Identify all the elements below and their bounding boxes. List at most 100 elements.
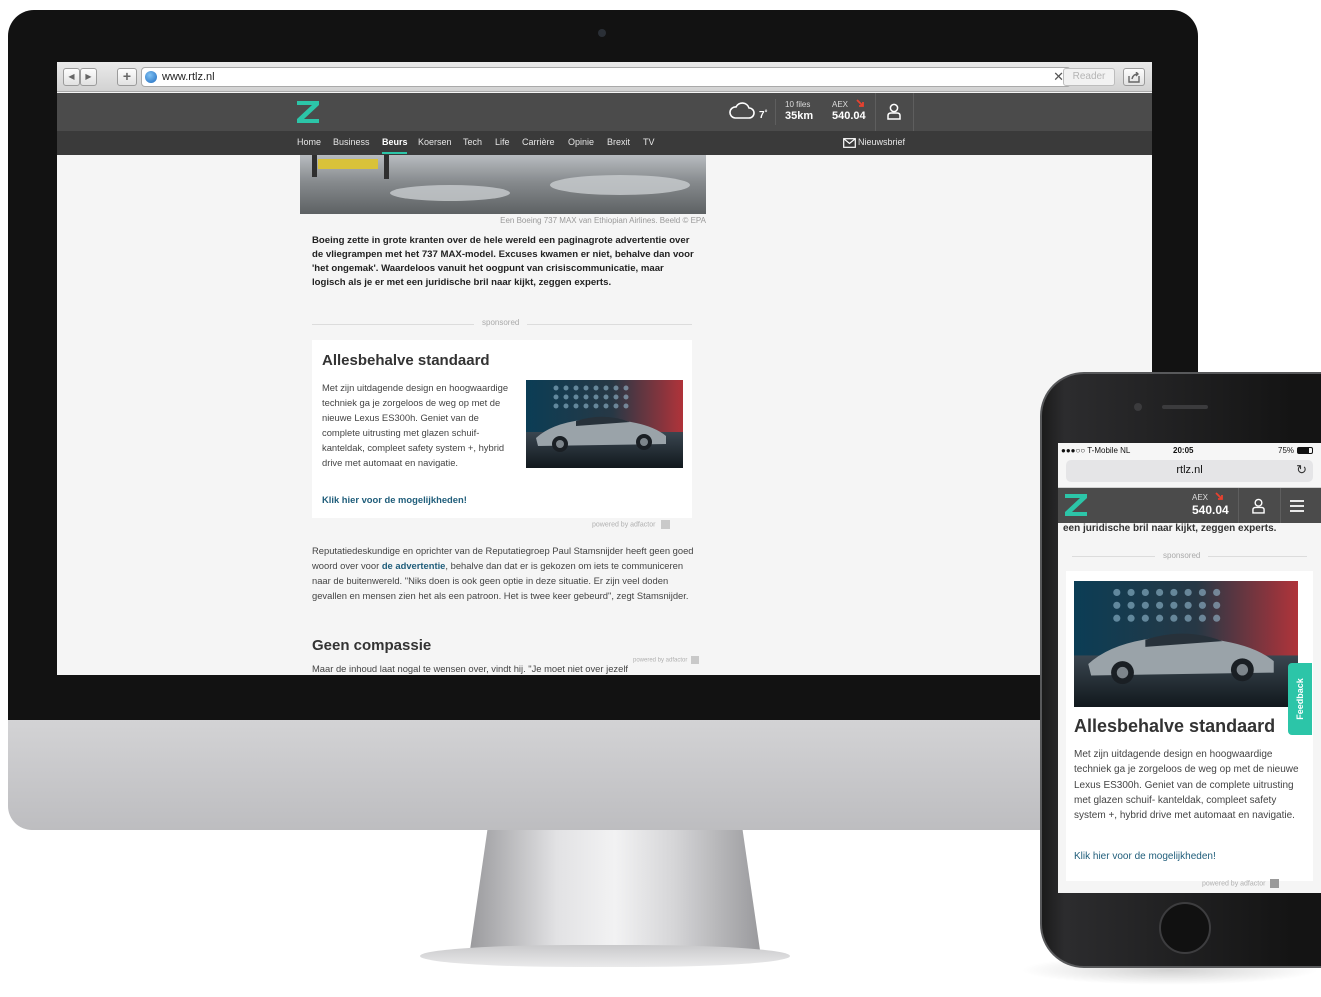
- phone-speaker: [1162, 405, 1208, 409]
- mobile-site-header: AEX 540.04: [1058, 488, 1321, 523]
- envelope-icon: [843, 138, 856, 148]
- ios-status-bar: ●●●○○ T-Mobile NL 20:05 75%: [1058, 443, 1321, 458]
- header-divider: [913, 93, 914, 131]
- hero-image: [300, 155, 706, 214]
- feedback-label: Feedback: [1295, 678, 1305, 720]
- hero-image-detail: [390, 185, 510, 201]
- nav-item-brexit[interactable]: Brexit: [607, 137, 630, 147]
- hamburger-menu-icon[interactable]: [1290, 500, 1304, 512]
- ad-cta-link[interactable]: Klik hier voor de mogelijkheden!: [1074, 851, 1216, 862]
- forward-button[interactable]: ▶: [80, 68, 97, 86]
- ad-car-image[interactable]: [1074, 581, 1298, 707]
- powered-by-adfactor[interactable]: powered by adfactor: [592, 520, 671, 529]
- browser-toolbar: ◀ ▶ + www.rtlz.nl ✕ Reader: [57, 62, 1152, 92]
- hero-image-detail: [312, 155, 317, 177]
- rtlz-logo-icon[interactable]: [297, 101, 319, 123]
- ad-body: Met zijn uitdagende design en hoogwaardi…: [1074, 749, 1299, 822]
- article-paragraph: Maar de inhoud laat nogal te wensen over…: [312, 663, 629, 674]
- sponsored-ad[interactable]: Allesbehalve standaard Met zijn uitdagen…: [1066, 571, 1313, 881]
- address-bar[interactable]: www.rtlz.nl ✕: [141, 67, 1071, 87]
- aex-label: AEX: [1192, 493, 1209, 502]
- user-icon[interactable]: [887, 103, 901, 120]
- globe-icon: [145, 71, 157, 83]
- ad-title: Allesbehalve standaard: [1074, 716, 1276, 736]
- cloud-icon: [729, 102, 755, 119]
- sponsored-label: sponsored: [1155, 551, 1209, 560]
- carrier-label: ●●●○○ T-Mobile NL: [1061, 446, 1131, 455]
- ad-car-image[interactable]: [526, 380, 683, 468]
- battery-percent: 75%: [1278, 446, 1295, 455]
- reload-icon[interactable]: ↻: [1296, 462, 1307, 478]
- ios-url-bar: rtlz.nl ↻: [1058, 458, 1321, 488]
- reader-button[interactable]: Reader: [1063, 68, 1115, 86]
- mobile-browser-window: ●●●○○ T-Mobile NL 20:05 75% rtlz.nl ↻ AE…: [1058, 443, 1321, 893]
- hero-image-detail: [550, 175, 690, 195]
- imac-camera: [598, 29, 606, 37]
- url-text: www.rtlz.nl: [162, 71, 215, 83]
- nav-item-tech[interactable]: Tech: [463, 137, 482, 147]
- new-tab-button[interactable]: +: [117, 68, 137, 86]
- header-divider: [875, 93, 876, 131]
- share-button[interactable]: [1123, 68, 1145, 86]
- hero-caption: Een Boeing 737 MAX van Ethiopian Airline…: [500, 216, 706, 225]
- advertentie-link[interactable]: de advertentie: [382, 560, 446, 571]
- nav-item-business[interactable]: Business: [333, 137, 370, 147]
- home-button[interactable]: [1159, 902, 1211, 954]
- nav-item-life[interactable]: Life: [495, 137, 510, 147]
- plus-icon: +: [122, 68, 132, 84]
- battery-icon: [1297, 447, 1313, 454]
- nav-item-home[interactable]: Home: [297, 137, 321, 147]
- active-nav-indicator: [382, 152, 407, 154]
- address-bar[interactable]: rtlz.nl ↻: [1066, 460, 1313, 482]
- nav-item-carriere[interactable]: Carrière: [522, 137, 555, 147]
- desktop-browser-window: ◀ ▶ + www.rtlz.nl ✕ Reader 7° 10 files 3…: [57, 62, 1152, 675]
- site-header: 7° 10 files 35km AEX 540.04: [57, 93, 1152, 131]
- sponsored-ad[interactable]: Allesbehalve standaard Met zijn uitdagen…: [312, 340, 692, 518]
- article: Een Boeing 737 MAX van Ethiopian Airline…: [300, 155, 720, 675]
- aex-value: 540.04: [832, 110, 866, 122]
- user-icon[interactable]: [1252, 498, 1265, 514]
- traffic-files-label: 10 files: [785, 100, 811, 109]
- header-divider: [775, 99, 776, 125]
- phone-camera: [1134, 403, 1142, 411]
- back-arrow-icon: ◀: [68, 72, 75, 81]
- hero-image-detail: [318, 159, 378, 169]
- nav-item-koersen[interactable]: Koersen: [418, 137, 452, 147]
- article-lead: Boeing zette in grote kranten over de he…: [312, 235, 694, 288]
- main-navigation: Home Business Beurs Koersen Tech Life Ca…: [57, 131, 1152, 155]
- trend-down-icon: [856, 99, 864, 107]
- nav-item-opinie[interactable]: Opinie: [568, 137, 594, 147]
- header-divider: [1238, 488, 1239, 523]
- traffic-files-km: 35km: [785, 110, 814, 122]
- header-divider: [1280, 488, 1281, 523]
- share-icon: [1128, 71, 1140, 83]
- forward-arrow-icon: ▶: [85, 72, 92, 81]
- article-paragraph: Reputatiedeskundige en oprichter van de …: [312, 543, 702, 603]
- section-heading: Geen compassie: [312, 637, 432, 654]
- nav-item-tv[interactable]: TV: [643, 137, 655, 147]
- clock: 20:05: [1173, 446, 1194, 455]
- trend-down-icon: [1215, 492, 1223, 500]
- imac-stand: [470, 830, 760, 950]
- aex-value: 540.04: [1192, 503, 1229, 517]
- nav-item-beurs[interactable]: Beurs: [382, 137, 408, 147]
- imac-foot: [420, 945, 790, 967]
- adfactor-logo-icon: [661, 520, 671, 529]
- feedback-tab[interactable]: Feedback: [1288, 663, 1312, 735]
- url-text: rtlz.nl: [1176, 464, 1203, 476]
- sponsored-label: sponsored: [474, 318, 528, 327]
- aex-label: AEX: [832, 100, 849, 109]
- weather-temperature: 7°: [759, 110, 768, 121]
- powered-by-label: powered by adfactor: [1202, 880, 1266, 888]
- adfactor-logo-icon: [1270, 879, 1280, 888]
- powered-by-adfactor[interactable]: powered by adfactor: [1202, 879, 1280, 888]
- ad-body: Met zijn uitdagende design en hoogwaardi…: [322, 382, 509, 468]
- ad-title: Allesbehalve standaard: [322, 352, 490, 369]
- powered-by-label: powered by adfactor: [592, 521, 656, 529]
- article-lead-tail: een juridische bril naar kijkt, zeggen e…: [1063, 523, 1277, 534]
- newsletter-label: Nieuwsbrief: [858, 137, 906, 147]
- imac-chin: [8, 720, 1198, 830]
- rtlz-logo-icon[interactable]: [1065, 494, 1087, 516]
- ad-cta-link[interactable]: Klik hier voor de mogelijkheden!: [322, 494, 467, 505]
- back-button[interactable]: ◀: [63, 68, 80, 86]
